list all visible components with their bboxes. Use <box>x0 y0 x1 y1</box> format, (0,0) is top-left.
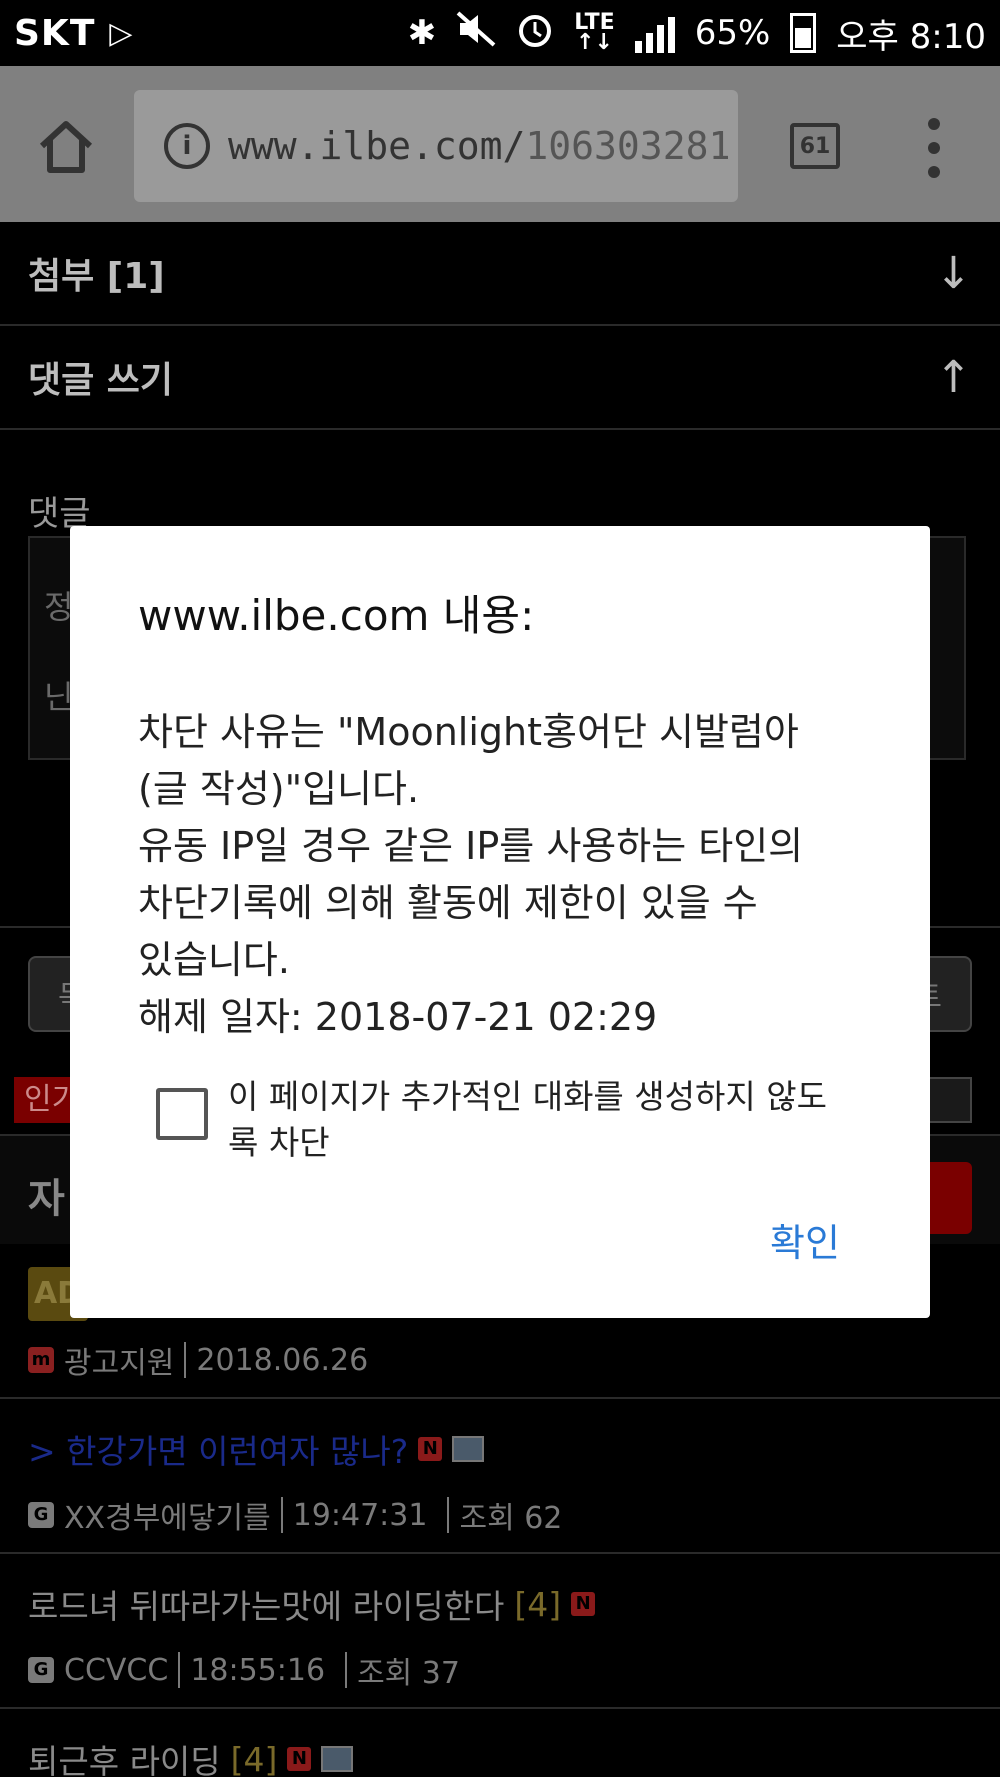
post-meta: G XX경부에닿기를 19:47:31 조회 62 <box>28 1493 972 1537</box>
play-store-icon: ▷ <box>109 15 133 51</box>
post-title-row: > 한강가면 이런여자 많나? N <box>28 1419 972 1479</box>
lte-indicator: LTE ↑↓ <box>574 10 615 55</box>
dialog-message: 차단 사유는 "Moonlight홍어단 시발럼아 (글 작성)"입니다. 유동… <box>138 710 804 1039</box>
post-title[interactable]: > 한강가면 이런여자 많나? <box>28 1425 408 1473</box>
post-title-row: 로드녀 뒤따라가는맛에 라이딩한다 [4] N <box>28 1574 972 1634</box>
author-icon: m <box>28 1347 54 1373</box>
carrier-label: SKT <box>14 12 96 54</box>
suppress-dialogs-label[interactable]: 이 페이지가 추가적인 대화를 생성하지 않도록 차단 <box>228 1074 828 1166</box>
arrow-up-icon: ↑ <box>935 351 972 403</box>
home-icon[interactable] <box>36 116 96 176</box>
alarm-icon <box>516 10 554 57</box>
post-views: 조회 62 <box>459 1501 563 1536</box>
post-time: 18:55:16 <box>190 1652 326 1688</box>
image-icon <box>452 1436 485 1462</box>
new-icon: N <box>418 1437 443 1461</box>
post-title[interactable]: 퇴근후 라이딩 <box>28 1735 221 1777</box>
post-views: 조회 37 <box>357 1656 460 1691</box>
mute-icon <box>456 11 496 56</box>
meta-separator <box>178 1652 181 1688</box>
url-text[interactable]: www.ilbe.com/106303281 <box>228 124 728 168</box>
comment-count: [4] <box>514 1584 562 1624</box>
attachments-section[interactable]: 첨부 [1] ↓ <box>0 222 1000 326</box>
post-author: 광고지원 <box>64 1346 175 1381</box>
new-icon: N <box>571 1592 596 1616</box>
ok-button[interactable]: 확인 <box>770 1212 840 1267</box>
meta-separator <box>447 1497 450 1533</box>
alert-dialog: www.ilbe.com 내용: 차단 사유는 "Moonlight홍어단 시발… <box>70 526 930 1318</box>
signal-icon <box>634 13 675 53</box>
status-bar: SKT ▷ ✱ LTE ↑↓ 65% 오후 8:10 <box>0 0 1000 66</box>
post-title[interactable]: 로드녀 뒤따라가는맛에 라이딩한다 <box>28 1580 504 1628</box>
write-comment-section[interactable]: 댓글 쓰기 ↑ <box>0 326 1000 430</box>
meta-separator <box>345 1652 348 1688</box>
info-icon[interactable]: i <box>164 123 210 169</box>
post-meta: G CCVCC 18:55:16 조회 37 <box>28 1648 972 1692</box>
new-icon: N <box>287 1747 312 1771</box>
battery-icon <box>790 13 817 53</box>
bluetooth-icon: ✱ <box>407 13 437 53</box>
tab-switcher-button[interactable]: 61 <box>790 123 840 169</box>
browser-toolbar: i www.ilbe.com/106303281 61 <box>0 66 1000 222</box>
author-icon: G <box>28 1502 54 1528</box>
battery-percent: 65% <box>694 13 771 53</box>
author-icon: G <box>28 1657 54 1683</box>
post-time: 2018.06.26 <box>196 1342 369 1378</box>
attachments-label: 첨부 [1] <box>28 256 165 297</box>
image-icon <box>321 1746 354 1772</box>
list-item[interactable]: > 한강가면 이런여자 많나? N G XX경부에닿기를 19:47:31 조회… <box>0 1399 1000 1554</box>
list-item[interactable]: 로드녀 뒤따라가는맛에 라이딩한다 [4] N G CCVCC 18:55:16… <box>0 1554 1000 1709</box>
meta-separator <box>184 1342 187 1378</box>
dialog-title: www.ilbe.com 내용: <box>138 591 535 640</box>
post-title-row: 퇴근후 라이딩 [4] N <box>28 1729 972 1777</box>
meta-separator <box>280 1497 283 1533</box>
suppress-dialogs-checkbox[interactable] <box>156 1088 208 1140</box>
comment-count: [4] <box>230 1739 278 1777</box>
post-time: 19:47:31 <box>292 1497 428 1533</box>
url-bar[interactable]: i www.ilbe.com/106303281 <box>134 90 738 202</box>
post-author: CCVCC <box>64 1652 169 1688</box>
list-item[interactable]: 퇴근후 라이딩 [4] N <box>0 1709 1000 1777</box>
write-comment-label: 댓글 쓰기 <box>28 360 174 401</box>
post-author: XX경부에닿기를 <box>64 1501 271 1536</box>
arrow-down-icon: ↓ <box>935 247 972 299</box>
clock: 오후 8:10 <box>836 16 986 57</box>
post-meta: m 광고지원 2018.06.26 <box>28 1338 972 1382</box>
overflow-menu-icon[interactable] <box>924 118 944 178</box>
